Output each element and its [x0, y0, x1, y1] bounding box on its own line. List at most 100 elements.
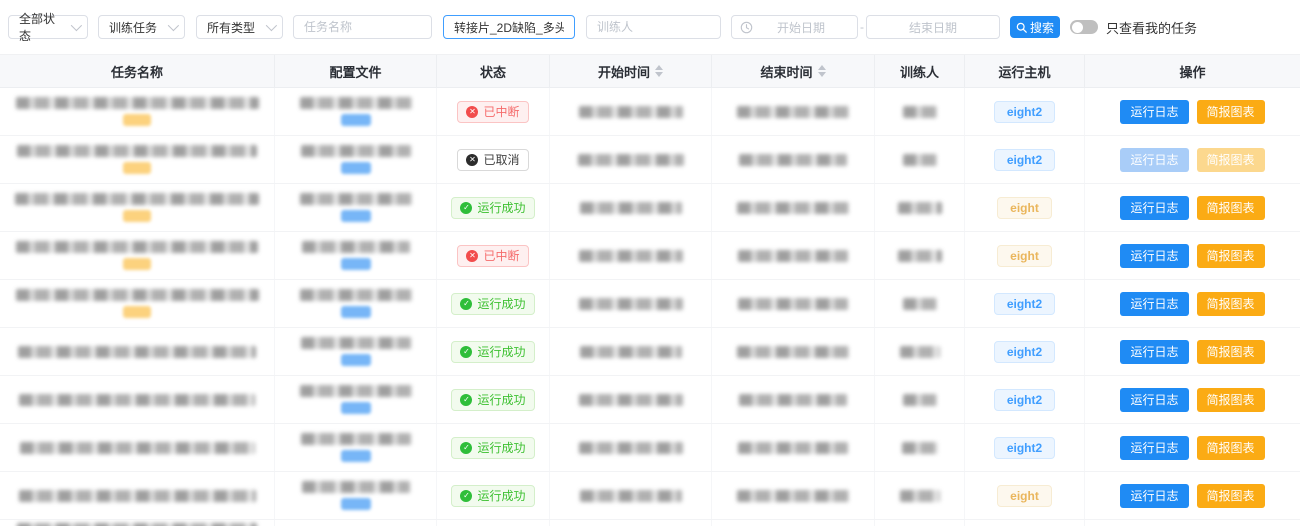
start-date-picker[interactable]: 开始日期 [731, 15, 858, 39]
table-row: ✓运行成功eight2运行日志简报图表 [0, 280, 1300, 328]
start-time-cell [550, 88, 712, 135]
run-log-button[interactable]: 运行日志 [1120, 148, 1188, 172]
status-cell: ✕已中断 [437, 232, 550, 279]
run-log-button[interactable]: 运行日志 [1120, 436, 1188, 460]
column-header-label: 运行主机 [998, 62, 1050, 81]
end-time-cell [712, 472, 875, 519]
report-chart-button[interactable]: 简报图表 [1197, 100, 1265, 124]
redacted-trainer-name [898, 250, 942, 262]
sort-icon[interactable] [818, 65, 826, 77]
config-link-redacted[interactable] [341, 402, 371, 414]
task-name-search-input[interactable] [443, 15, 575, 39]
empty-cell [275, 520, 437, 526]
sort-descending-caret [818, 72, 826, 77]
config-link-redacted[interactable] [341, 498, 371, 510]
report-chart-button[interactable]: 简报图表 [1197, 148, 1265, 172]
config-link-redacted[interactable] [341, 258, 371, 270]
run-log-button[interactable]: 运行日志 [1120, 196, 1188, 220]
table-body: ✕已中断eight2运行日志简报图表✕已取消eight2运行日志简报图表✓运行成… [0, 88, 1300, 526]
module-filter-select[interactable]: 训练任务 [98, 15, 185, 39]
sort-icon[interactable] [655, 65, 663, 77]
redacted-task-name [19, 394, 255, 406]
config-link-redacted[interactable] [341, 162, 371, 174]
status-badge: ✓运行成功 [451, 197, 534, 219]
redacted-end-time [737, 346, 849, 358]
run-log-button[interactable]: 运行日志 [1120, 244, 1188, 268]
status-label: 运行成功 [477, 394, 525, 406]
empty-cell [965, 520, 1085, 526]
start-time-cell [550, 136, 712, 183]
status-success-icon: ✓ [460, 490, 472, 502]
host-tag: eight [997, 197, 1052, 219]
type-filter-select[interactable]: 所有类型 [196, 15, 283, 39]
type-filter-value: 所有类型 [207, 19, 255, 36]
status-badge: ✓运行成功 [451, 389, 534, 411]
chevron-down-icon [168, 20, 179, 31]
trainer-cell [875, 424, 965, 471]
report-chart-button[interactable]: 简报图表 [1197, 196, 1265, 220]
column-header-label: 状态 [480, 62, 506, 81]
column-header-actions: 操作 [1085, 55, 1300, 87]
redacted-start-time [579, 442, 683, 454]
status-label: 已中断 [483, 106, 519, 118]
config-link-redacted[interactable] [341, 210, 371, 222]
redacted-config-file [300, 289, 412, 301]
column-header-label: 训练人 [900, 62, 939, 81]
redacted-trainer-name [900, 346, 940, 358]
empty-cell [1085, 520, 1300, 526]
redacted-task-name [19, 490, 256, 502]
redacted-config-file [301, 145, 411, 157]
redacted-trainer-name [898, 202, 942, 214]
report-chart-button[interactable]: 简报图表 [1197, 484, 1265, 508]
column-header-end[interactable]: 结束时间 [712, 55, 875, 87]
end-date-picker[interactable]: 结束日期 [866, 15, 1000, 39]
status-cell: ✓运行成功 [437, 472, 550, 519]
run-log-button[interactable]: 运行日志 [1120, 292, 1188, 316]
status-filter-select[interactable]: 全部状态 [8, 15, 88, 39]
task-tag-redacted [123, 306, 151, 318]
task-tag-redacted [123, 114, 151, 126]
task-name-cell [0, 136, 275, 183]
task-name-cell [0, 328, 275, 375]
column-header-start[interactable]: 开始时间 [550, 55, 712, 87]
redacted-config-file [301, 433, 411, 445]
config-file-cell [275, 280, 437, 327]
search-button[interactable]: 搜索 [1010, 16, 1060, 38]
task-name-input[interactable] [293, 15, 432, 39]
config-link-redacted[interactable] [341, 450, 371, 462]
run-log-button[interactable]: 运行日志 [1120, 388, 1188, 412]
task-name-cell [0, 184, 275, 231]
empty-cell [712, 520, 875, 526]
report-chart-button[interactable]: 简报图表 [1197, 436, 1265, 460]
host-tag: eight2 [994, 341, 1055, 363]
config-link-redacted[interactable] [341, 306, 371, 318]
table-row: ✓运行成功 eight 运行日志简报图表 [0, 472, 1300, 520]
redacted-end-time [739, 394, 847, 406]
report-chart-button[interactable]: 简报图表 [1197, 244, 1265, 268]
redacted-start-time [578, 154, 684, 166]
config-link-redacted[interactable] [341, 114, 371, 126]
run-log-button[interactable]: 运行日志 [1120, 340, 1188, 364]
host-tag: eight2 [994, 293, 1055, 315]
status-filter-value: 全部状态 [19, 10, 65, 44]
config-link-redacted[interactable] [341, 354, 371, 366]
host-cell: eight [965, 184, 1085, 231]
report-chart-button[interactable]: 简报图表 [1197, 388, 1265, 412]
my-tasks-toggle-label: 只查看我的任务 [1106, 18, 1197, 37]
report-chart-button[interactable]: 简报图表 [1197, 292, 1265, 316]
run-log-button[interactable]: 运行日志 [1120, 100, 1188, 124]
run-log-button[interactable]: 运行日志 [1120, 484, 1188, 508]
status-cell: ✕已中断 [437, 88, 550, 135]
my-tasks-toggle[interactable] [1070, 20, 1098, 34]
column-header-label: 任务名称 [111, 62, 163, 81]
task-name-cell [0, 472, 275, 519]
host-cell: eight2 [965, 376, 1085, 423]
host-cell: eight [965, 472, 1085, 519]
redacted-start-time [580, 346, 682, 358]
trainer-input[interactable] [586, 15, 721, 39]
redacted-config-file [302, 241, 410, 253]
report-chart-button[interactable]: 简报图表 [1197, 340, 1265, 364]
start-time-cell [550, 280, 712, 327]
status-label: 运行成功 [477, 346, 525, 358]
redacted-config-file [300, 97, 412, 109]
